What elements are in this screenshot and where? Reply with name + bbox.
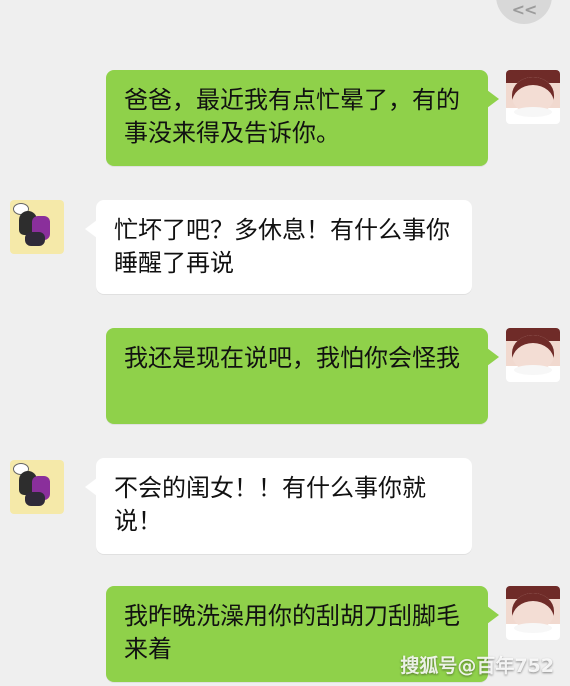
top-corner-control[interactable]: <<: [496, 0, 552, 24]
message-tail-right: [487, 606, 499, 624]
father-avatar[interactable]: [10, 200, 64, 254]
message-tail-left: [85, 478, 97, 496]
father-avatar[interactable]: [10, 460, 64, 514]
chat-message-right-1: 爸爸，最近我有点忙晕了，有的事没来得及告诉你。: [106, 70, 499, 166]
daughter-avatar[interactable]: [506, 328, 560, 382]
father-avatar-illustration: [10, 200, 64, 254]
daughter-avatar[interactable]: [506, 586, 560, 640]
message-text-3: 我还是现在说吧，我怕你会怪我: [124, 344, 460, 372]
chat-message-right-2: 我还是现在说吧，我怕你会怪我: [106, 328, 499, 424]
chat-message-left-2: 不会的闺女！！有什么事你就说！: [85, 458, 472, 554]
message-text-2: 忙坏了吧？多休息！有什么事你睡醒了再说: [114, 216, 450, 277]
chat-message-left-1: 忙坏了吧？多休息！有什么事你睡醒了再说: [85, 200, 472, 294]
chat-screen: << 爸爸，最近我有点忙晕了，有的事没来得及告诉你。 忙坏了吧？多休息！有什么事…: [0, 0, 570, 686]
source-watermark: 搜狐号@百年752: [400, 655, 554, 677]
message-text-4: 不会的闺女！！有什么事你就说！: [114, 474, 426, 535]
message-tail-left: [85, 220, 97, 238]
daughter-avatar[interactable]: [506, 70, 560, 124]
father-avatar-illustration: [10, 460, 64, 514]
message-text-1: 爸爸，最近我有点忙晕了，有的事没来得及告诉你。: [124, 86, 460, 147]
top-corner-label: <<: [511, 0, 538, 19]
message-tail-right: [487, 90, 499, 108]
message-tail-right: [487, 348, 499, 366]
